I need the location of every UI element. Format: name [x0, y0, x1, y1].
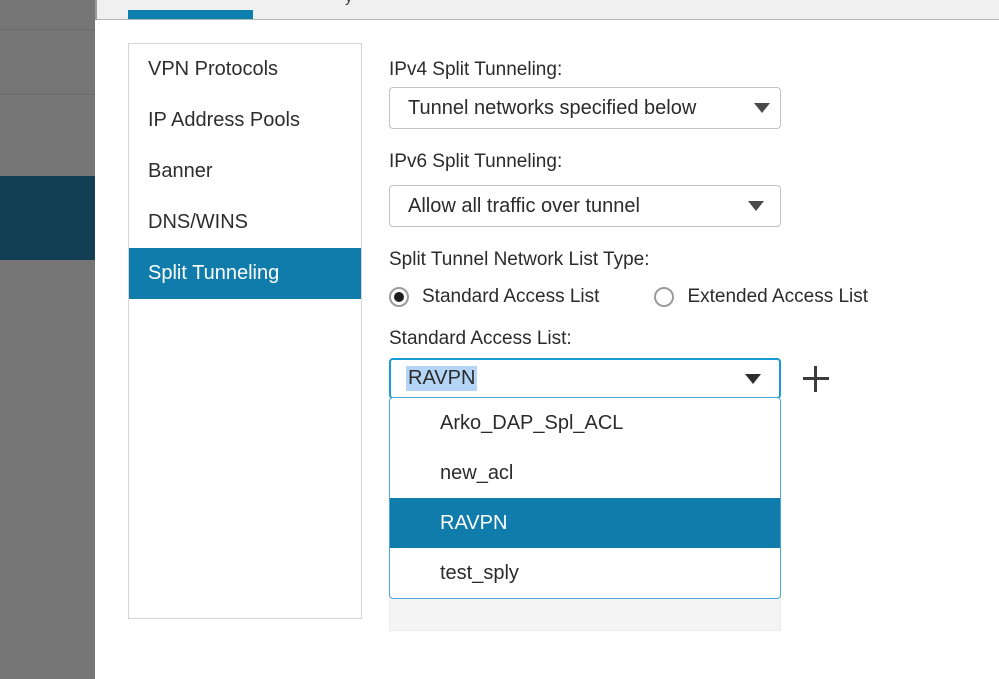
- radio-standard-access-list-label: Standard Access List: [422, 286, 600, 307]
- split-tunnel-list-type-label: Split Tunnel Network List Type:: [389, 249, 650, 270]
- app-root: y VPN Protocols IP Address Pools Banner …: [0, 0, 999, 679]
- content-area: y VPN Protocols IP Address Pools Banner …: [95, 0, 999, 679]
- rail-item-5[interactable]: [0, 260, 95, 679]
- section-item-split-tunneling[interactable]: Split Tunneling: [129, 248, 361, 299]
- section-item-vpn-protocols[interactable]: VPN Protocols: [129, 44, 361, 95]
- radio-selected-icon: [389, 287, 409, 307]
- section-item-dns-wins[interactable]: DNS/WINS: [129, 197, 361, 248]
- rail-item-4-active[interactable]: [0, 176, 95, 260]
- standard-access-list-dropdown: Arko_DAP_Spl_ACL new_acl RAVPN test_sply: [389, 397, 781, 599]
- section-list-panel: VPN Protocols IP Address Pools Banner DN…: [128, 43, 362, 619]
- ipv4-split-tunneling-value: Tunnel networks specified below: [408, 96, 697, 119]
- radio-unselected-icon: [654, 287, 675, 307]
- dropdown-option-test-sply[interactable]: test_sply: [390, 548, 780, 598]
- chevron-down-icon: [745, 373, 761, 384]
- radio-extended-access-list-label: Extended Access List: [687, 286, 869, 307]
- ipv6-split-tunneling-value: Allow all traffic over tunnel: [408, 194, 640, 217]
- ipv4-split-tunneling-label: IPv4 Split Tunneling:: [389, 59, 563, 80]
- active-tab-underline[interactable]: [128, 10, 253, 19]
- rail-item-1[interactable]: [0, 0, 95, 30]
- standard-access-list-row: RAVPN: [389, 358, 829, 399]
- list-type-radio-group: Standard Access List Extended Access Lis…: [389, 286, 868, 308]
- ipv4-split-tunneling-select[interactable]: Tunnel networks specified below: [389, 87, 781, 129]
- dropdown-option-arko-dap-spl-acl[interactable]: Arko_DAP_Spl_ACL: [390, 398, 780, 448]
- rail-item-2[interactable]: [0, 31, 95, 95]
- radio-standard-access-list[interactable]: Standard Access List: [389, 286, 599, 308]
- tab-strip: y: [95, 0, 999, 20]
- chevron-down-icon: [748, 201, 764, 211]
- radio-extended-access-list[interactable]: Extended Access List: [654, 286, 868, 308]
- tab-label-clipped: y: [345, 0, 353, 6]
- plus-icon[interactable]: [803, 365, 829, 392]
- rail-item-3[interactable]: [0, 96, 95, 176]
- standard-access-list-value: RAVPN: [406, 366, 478, 391]
- standard-access-list-combobox[interactable]: RAVPN: [389, 358, 781, 399]
- dropdown-option-new-acl[interactable]: new_acl: [390, 448, 780, 498]
- tab-strip-left-edge: [95, 0, 97, 20]
- section-item-ip-address-pools[interactable]: IP Address Pools: [129, 95, 361, 146]
- standard-access-list-label: Standard Access List:: [389, 328, 572, 349]
- dropdown-option-ravpn[interactable]: RAVPN: [390, 498, 780, 548]
- section-item-banner[interactable]: Banner: [129, 146, 361, 197]
- left-nav-rail: [0, 0, 95, 679]
- ipv6-split-tunneling-label: IPv6 Split Tunneling:: [389, 151, 563, 172]
- ipv6-split-tunneling-select[interactable]: Allow all traffic over tunnel: [389, 185, 781, 227]
- chevron-down-icon: [754, 103, 770, 113]
